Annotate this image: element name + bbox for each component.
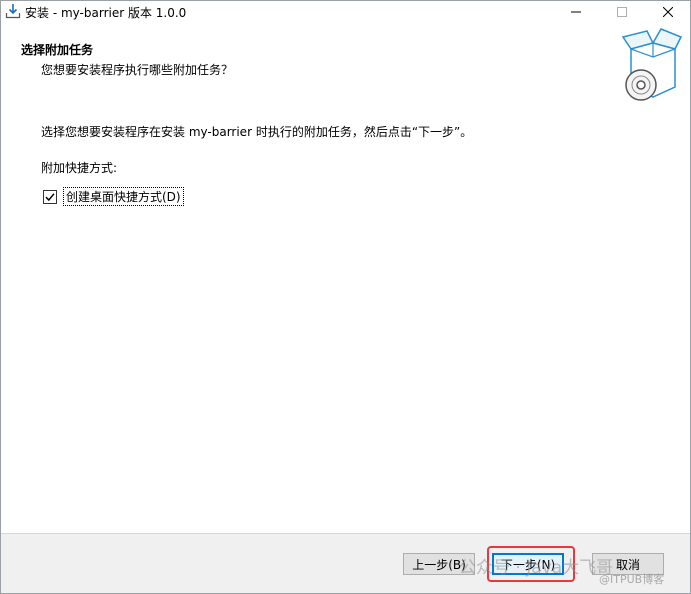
maximize-button[interactable] bbox=[599, 1, 645, 23]
watermark-blog: @ITPUB博客 bbox=[599, 573, 665, 586]
close-button[interactable] bbox=[645, 1, 690, 23]
minimize-button[interactable] bbox=[553, 1, 599, 23]
page-subtitle: 您想要安装程序执行哪些附加任务？ bbox=[41, 63, 234, 77]
desktop-shortcut-checkbox[interactable] bbox=[43, 189, 57, 204]
title-bar: 安装 - my-barrier 版本 1.0.0 bbox=[1, 1, 690, 23]
page-title: 选择附加任务 bbox=[21, 43, 94, 57]
task-description: 选择您想要安装程序在安装 my-barrier 时执行的附加任务，然后点击“下一… bbox=[41, 125, 473, 139]
installer-box-icon bbox=[621, 27, 683, 103]
installer-window: 安装 - my-barrier 版本 1.0.0 选择附加任务 您想要安装程序执… bbox=[0, 0, 691, 594]
minimize-icon bbox=[571, 11, 581, 13]
wizard-content: 选择您想要安装程序在安装 my-barrier 时执行的附加任务，然后点击“下一… bbox=[1, 111, 690, 531]
watermark-account: 公众号 · Java大飞哥 bbox=[459, 558, 614, 578]
shortcut-group-label: 附加快捷方式: bbox=[41, 161, 118, 175]
maximize-icon bbox=[617, 7, 627, 17]
desktop-shortcut-label[interactable]: 创建桌面快捷方式(D) bbox=[63, 187, 184, 206]
installer-app-icon bbox=[5, 3, 21, 19]
close-icon bbox=[663, 7, 673, 17]
desktop-shortcut-option[interactable]: 创建桌面快捷方式(D) bbox=[43, 187, 184, 206]
checkmark-icon bbox=[45, 192, 55, 201]
window-title: 安装 - my-barrier 版本 1.0.0 bbox=[25, 6, 187, 20]
wizard-header: 选择附加任务 您想要安装程序执行哪些附加任务？ bbox=[1, 23, 690, 111]
